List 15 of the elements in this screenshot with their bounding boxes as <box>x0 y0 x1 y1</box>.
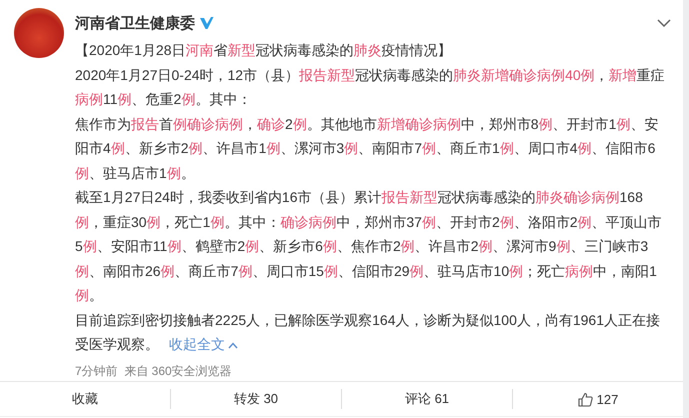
action-button[interactable]: 收藏 <box>0 382 170 416</box>
chevron-down-icon[interactable] <box>657 19 671 27</box>
post-paragraph: 目前追踪到密切接触者2225人，已解除医学观察164人，诊断为疑似100人，尚有1961人正在接受医学观察。 收起全文 <box>75 310 662 354</box>
author-name[interactable]: 河南省卫生健康委 <box>75 14 195 32</box>
action-button[interactable]: 转发 30 <box>171 382 341 416</box>
thumbs-up-icon <box>578 392 593 406</box>
post-meta: 7分钟前 来自 360安全浏览器 <box>75 362 233 380</box>
post-paragraph: 2020年1月27日0-24时，12市（县）报告新型冠状病毒感染的肺炎新增确诊病例40例，新增重症 病例11例、危重2例。其中： <box>75 66 665 109</box>
post-paragraph: 截至1月27日24时，我委收到省内16市（县）累计报告新型冠状病毒感染的肺炎确诊病例168 例，重症30例，死亡1例。其中：确诊病例中，郑州市37例、开封市2例、洛阳市2例、平顶山市5例、安阳市11例、鹤壁市2例、新乡市6例、焦作市2例、许昌市2例、漯河市9例、三门峡市3 例、南阳市26例、商丘市7例、周口市15例、信阳市29例、驻马店市10例；死亡病例中，南阳1 例。 <box>75 188 663 305</box>
caret-up-icon <box>228 342 238 349</box>
post-paragraph: 【2020年1月28日河南省新型冠状病毒感染的肺炎疫情情况】 <box>75 41 453 60</box>
post-paragraph: 焦作市为报告首例确诊病例，确诊2例。其他地市新增确诊病例中，郑州市8例、开封市1例、安阳市4例、新乡市2例、许昌市1例、漯河市3例、南阳市7例、商丘市1例、周口市4例、信阳市6 例、驻马店市1例。 <box>75 114 660 182</box>
avatar[interactable] <box>14 8 64 58</box>
like-button[interactable]: 127 <box>513 382 683 416</box>
action-button[interactable]: 评论 61 <box>342 382 512 416</box>
